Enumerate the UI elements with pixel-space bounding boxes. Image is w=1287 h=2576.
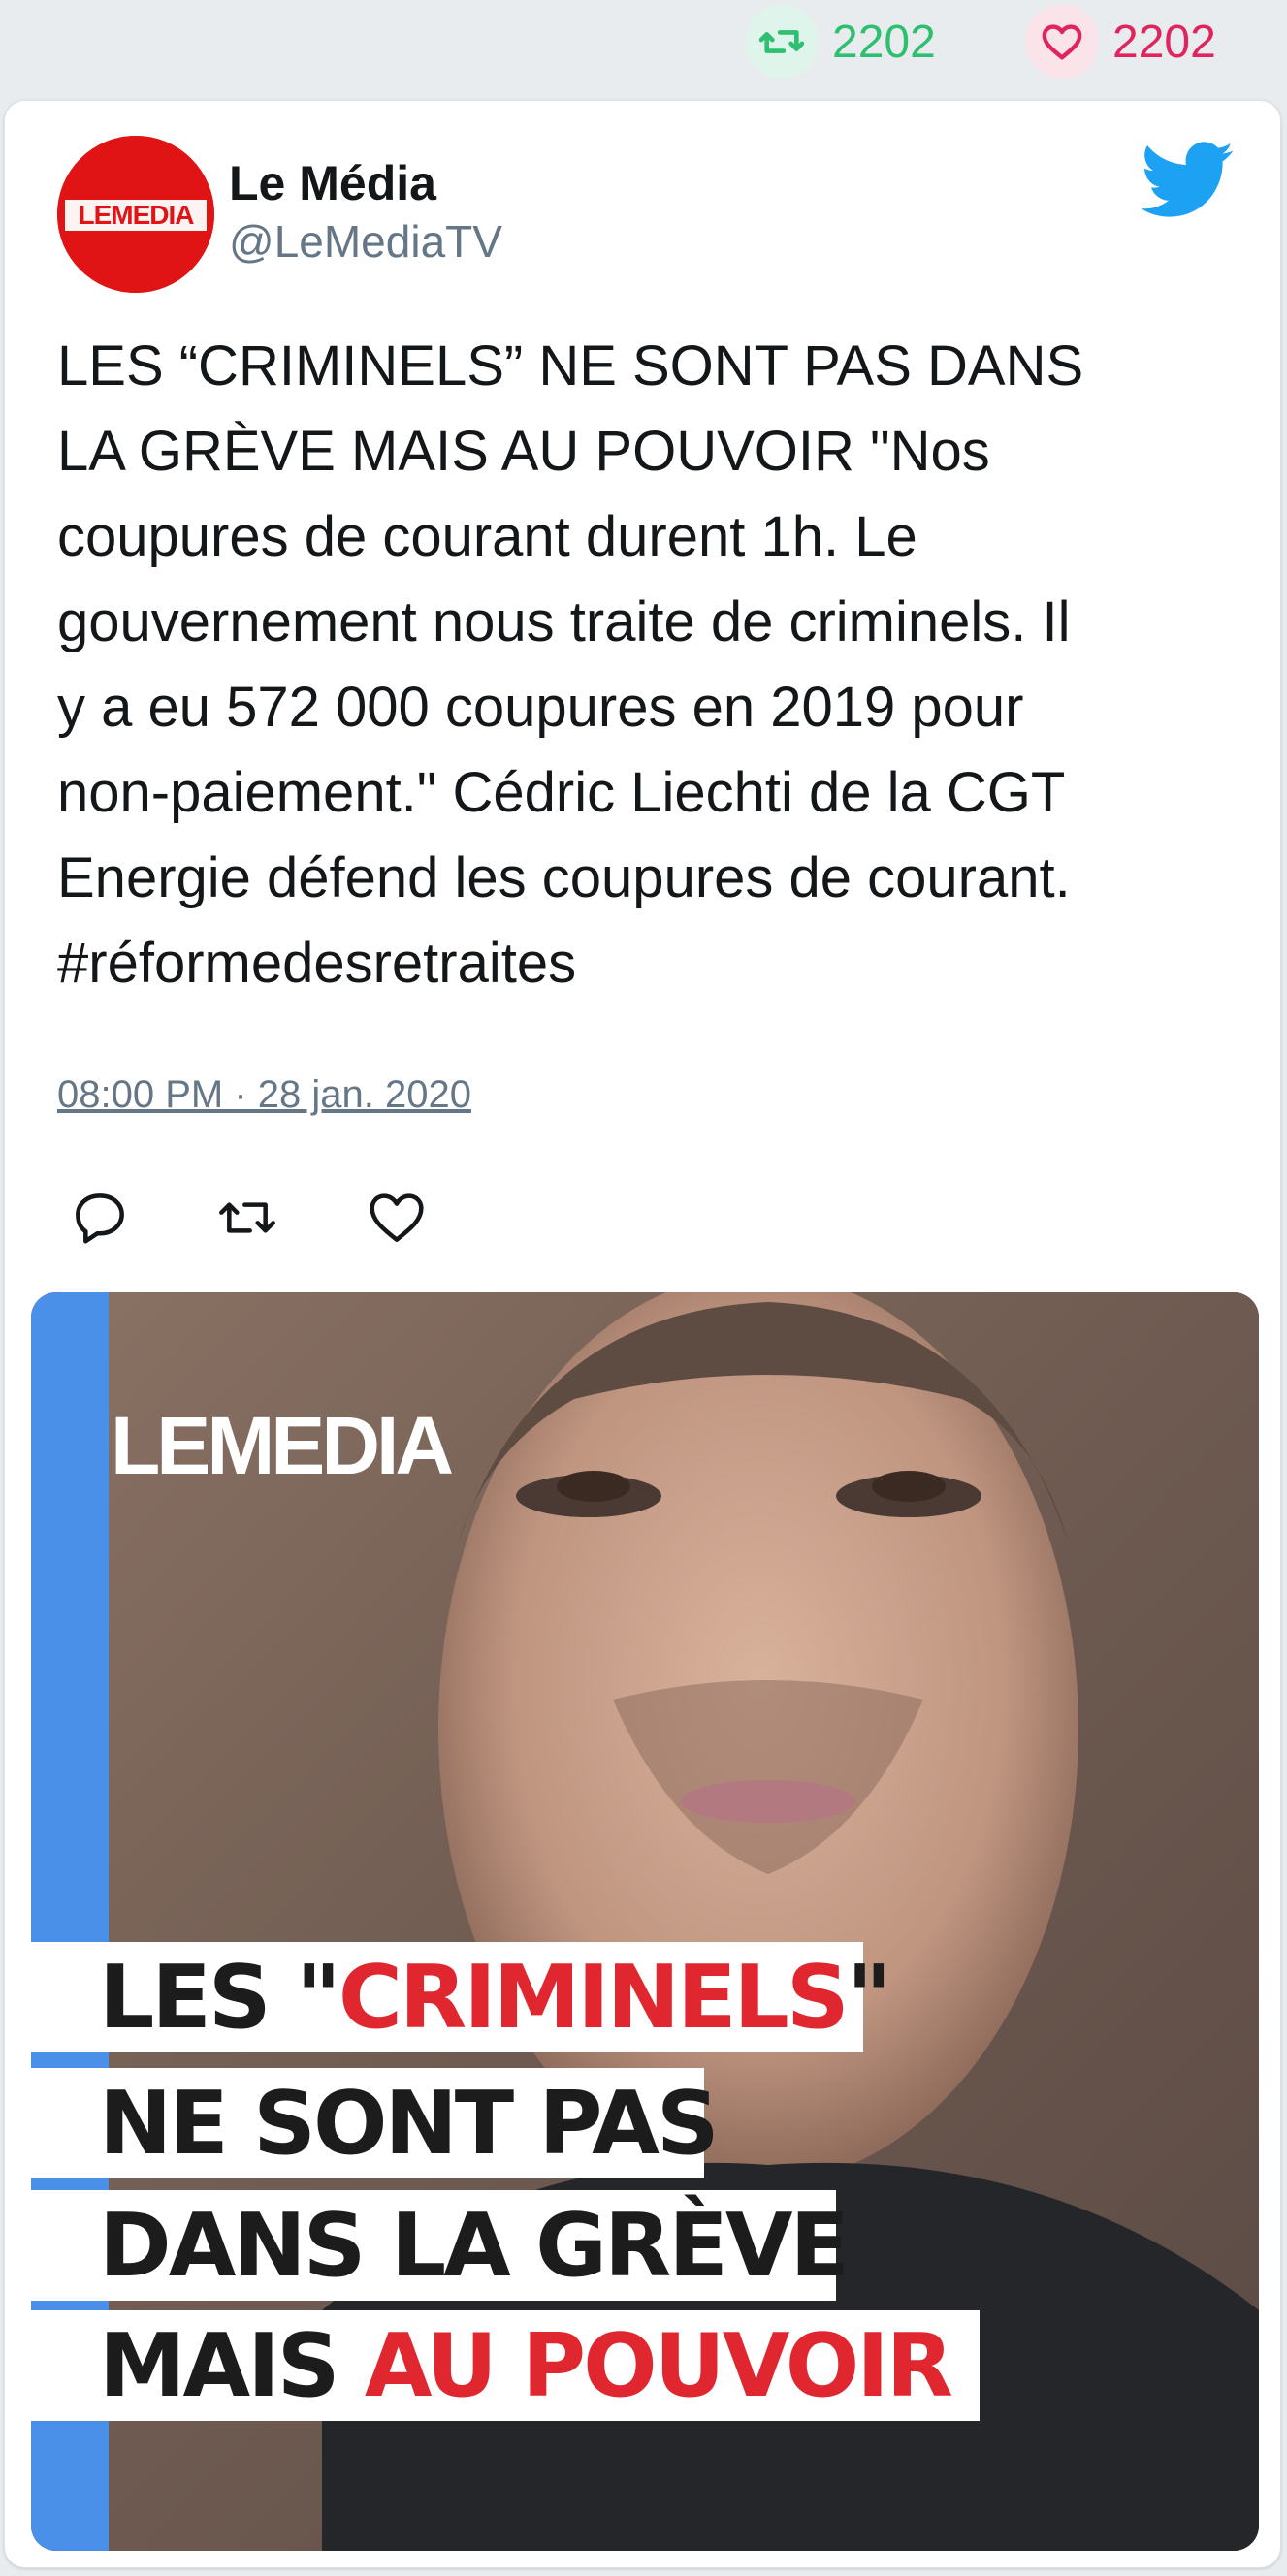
headline-text-red: CRIMINELS [338,1946,850,2049]
headline-text: MAIS [99,2314,365,2417]
media-logo: LEMEDIA [111,1400,454,1491]
le-media-logo-icon: LEMEDIA [57,136,214,293]
retweet-icon [745,5,819,79]
retweet-icon[interactable] [216,1187,278,1249]
retweet-count[interactable]: 2202 [745,5,936,79]
headline-text: DANS LA GRÈVE [99,2194,850,2297]
like-count-value: 2202 [1112,16,1216,68]
heart-icon[interactable] [366,1187,428,1249]
author-name[interactable]: Le Média [229,155,436,211]
headline-text: " [846,1946,892,2049]
headline-line-1: LES " CRIMINELS " [31,1942,892,2052]
author-handle[interactable]: @LeMediaTV [229,215,502,268]
headline-line-2: NE SONT PAS [31,2068,720,2178]
stats-bar: 2202 2202 [0,0,1287,97]
tweet-text: LES “CRIMINELS” NE SONT PAS DANS LA GRÈV… [57,334,1084,995]
reply-icon[interactable] [69,1187,131,1249]
avatar[interactable]: LEMEDIA [57,136,214,293]
tweet-actions [69,1187,457,1255]
headline-line-3: DANS LA GRÈVE [31,2190,850,2301]
like-count[interactable]: 2202 [1025,5,1216,79]
tweet-card: LEMEDIA Le Média @LeMediaTV LES “CRIMINE… [4,100,1281,2568]
heart-icon [1025,5,1099,79]
headline-text: NE SONT PAS [99,2072,720,2175]
tweet-media-image[interactable]: LEMEDIA LES " CRIMINELS " NE SONT PAS DANS… [31,1292,1259,2551]
svg-text:LEMEDIA: LEMEDIA [79,200,195,230]
headline-text: LES " [99,1946,341,2049]
tweet-timestamp[interactable]: 08:00 PM · 28 jan. 2020 [57,1073,471,1117]
headline-line-4: MAIS AU POUVOIR [31,2310,980,2421]
twitter-bird-icon[interactable] [1141,142,1235,219]
headline-text-red: AU POUVOIR [364,2314,953,2417]
retweet-count-value: 2202 [832,16,936,68]
